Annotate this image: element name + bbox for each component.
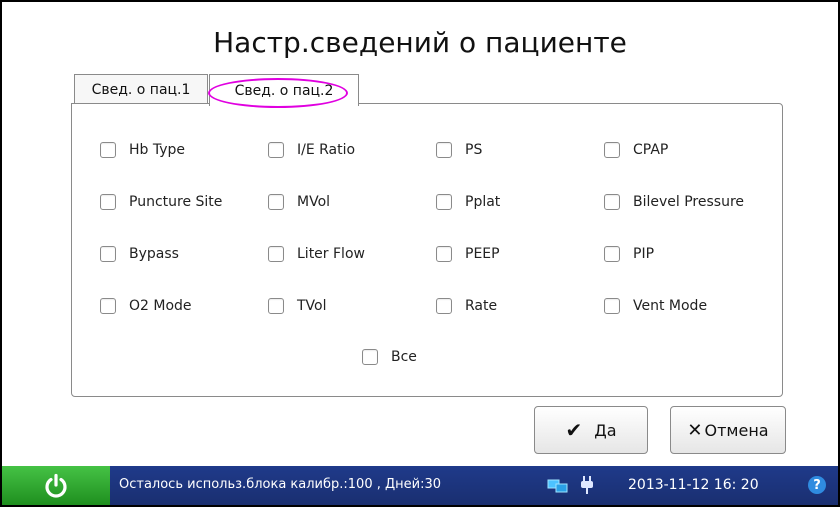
page-title: Настр.сведений о пациенте	[213, 26, 627, 59]
checkbox-box[interactable]	[436, 246, 452, 262]
checkbox-liter-flow[interactable]: Liter Flow	[268, 246, 365, 262]
checkbox-label: Vent Mode	[633, 298, 708, 314]
ok-button-label: Да	[594, 420, 617, 440]
checkbox-box[interactable]	[268, 142, 284, 158]
checkbox-box[interactable]	[436, 194, 452, 210]
checkbox-label: Все	[391, 349, 417, 365]
date-time: 2013-11-12 16: 20	[628, 477, 759, 493]
checkbox-label: Puncture Site	[129, 194, 223, 210]
checkbox-label: Bypass	[129, 246, 179, 262]
checkbox-box[interactable]	[362, 349, 378, 365]
help-icon[interactable]: ?	[808, 476, 826, 494]
checkmark-icon: ✔	[565, 418, 583, 442]
checkbox-label: Pplat	[465, 194, 501, 210]
tab-patient-info-2[interactable]: Свед. о пац.2	[209, 74, 359, 106]
checkbox-o2-mode[interactable]: O2 Mode	[100, 298, 192, 314]
plug-icon	[580, 476, 593, 494]
options-panel: Hb Type I/E Ratio PS CPAP Puncture Site …	[71, 103, 783, 397]
checkbox-hb-type[interactable]: Hb Type	[100, 142, 185, 158]
checkbox-label: Hb Type	[129, 142, 186, 158]
checkbox-label: PS	[465, 142, 483, 158]
checkbox-box[interactable]	[100, 194, 116, 210]
checkbox-box[interactable]	[100, 298, 116, 314]
cancel-button[interactable]: ✕ Отмена	[670, 406, 786, 454]
checkbox-label: PIP	[633, 246, 655, 262]
checkbox-label: O2 Mode	[129, 298, 192, 314]
network-icon	[547, 479, 568, 493]
calibration-status: Осталось использ.блока калибр.:100 , Дне…	[119, 477, 442, 492]
checkbox-box[interactable]	[604, 298, 620, 314]
checkbox-bypass[interactable]: Bypass	[100, 246, 179, 262]
checkbox-label: Liter Flow	[297, 246, 365, 262]
checkbox-vent-mode[interactable]: Vent Mode	[604, 298, 707, 314]
checkbox-box[interactable]	[268, 298, 284, 314]
checkbox-box[interactable]	[268, 194, 284, 210]
status-bar: Осталось использ.блока калибр.:100 , Дне…	[2, 466, 838, 505]
close-icon: ✕	[687, 419, 703, 441]
checkbox-cpap[interactable]: CPAP	[604, 142, 668, 158]
status-icons	[547, 476, 594, 498]
checkbox-pip[interactable]: PIP	[604, 246, 654, 262]
checkbox-label: PEEP	[465, 246, 500, 262]
checkbox-pplat[interactable]: Pplat	[436, 194, 500, 210]
checkbox-box[interactable]	[604, 194, 620, 210]
checkbox-rate[interactable]: Rate	[436, 298, 497, 314]
checkbox-label: TVol	[297, 298, 327, 314]
tab-patient-info-1[interactable]: Свед. о пац.1	[74, 74, 208, 105]
checkbox-mvol[interactable]: MVol	[268, 194, 330, 210]
power-icon	[45, 473, 67, 498]
checkbox-label: MVol	[297, 194, 331, 210]
checkbox-select-all[interactable]: Все	[362, 349, 417, 365]
dialog-window: Настр.сведений о пациенте Свед. о пац.1 …	[0, 0, 840, 507]
checkbox-box[interactable]	[100, 246, 116, 262]
checkbox-label: Bilevel Pressure	[633, 194, 745, 210]
checkbox-bilevel-pressure[interactable]: Bilevel Pressure	[604, 194, 744, 210]
checkbox-label: I/E Ratio	[297, 142, 356, 158]
checkbox-box[interactable]	[100, 142, 116, 158]
power-button[interactable]	[2, 466, 110, 505]
checkbox-box[interactable]	[268, 246, 284, 262]
checkbox-box[interactable]	[604, 246, 620, 262]
checkbox-box[interactable]	[436, 142, 452, 158]
checkbox-puncture-site[interactable]: Puncture Site	[100, 194, 222, 210]
checkbox-box[interactable]	[436, 298, 452, 314]
checkbox-label: Rate	[465, 298, 498, 314]
checkbox-label: CPAP	[633, 142, 669, 158]
cancel-button-label: Отмена	[704, 420, 769, 440]
checkbox-ps[interactable]: PS	[436, 142, 482, 158]
ok-button[interactable]: ✔ Да	[534, 406, 648, 454]
checkbox-tvol[interactable]: TVol	[268, 298, 327, 314]
checkbox-ie-ratio[interactable]: I/E Ratio	[268, 142, 355, 158]
checkbox-peep[interactable]: PEEP	[436, 246, 500, 262]
checkbox-box[interactable]	[604, 142, 620, 158]
